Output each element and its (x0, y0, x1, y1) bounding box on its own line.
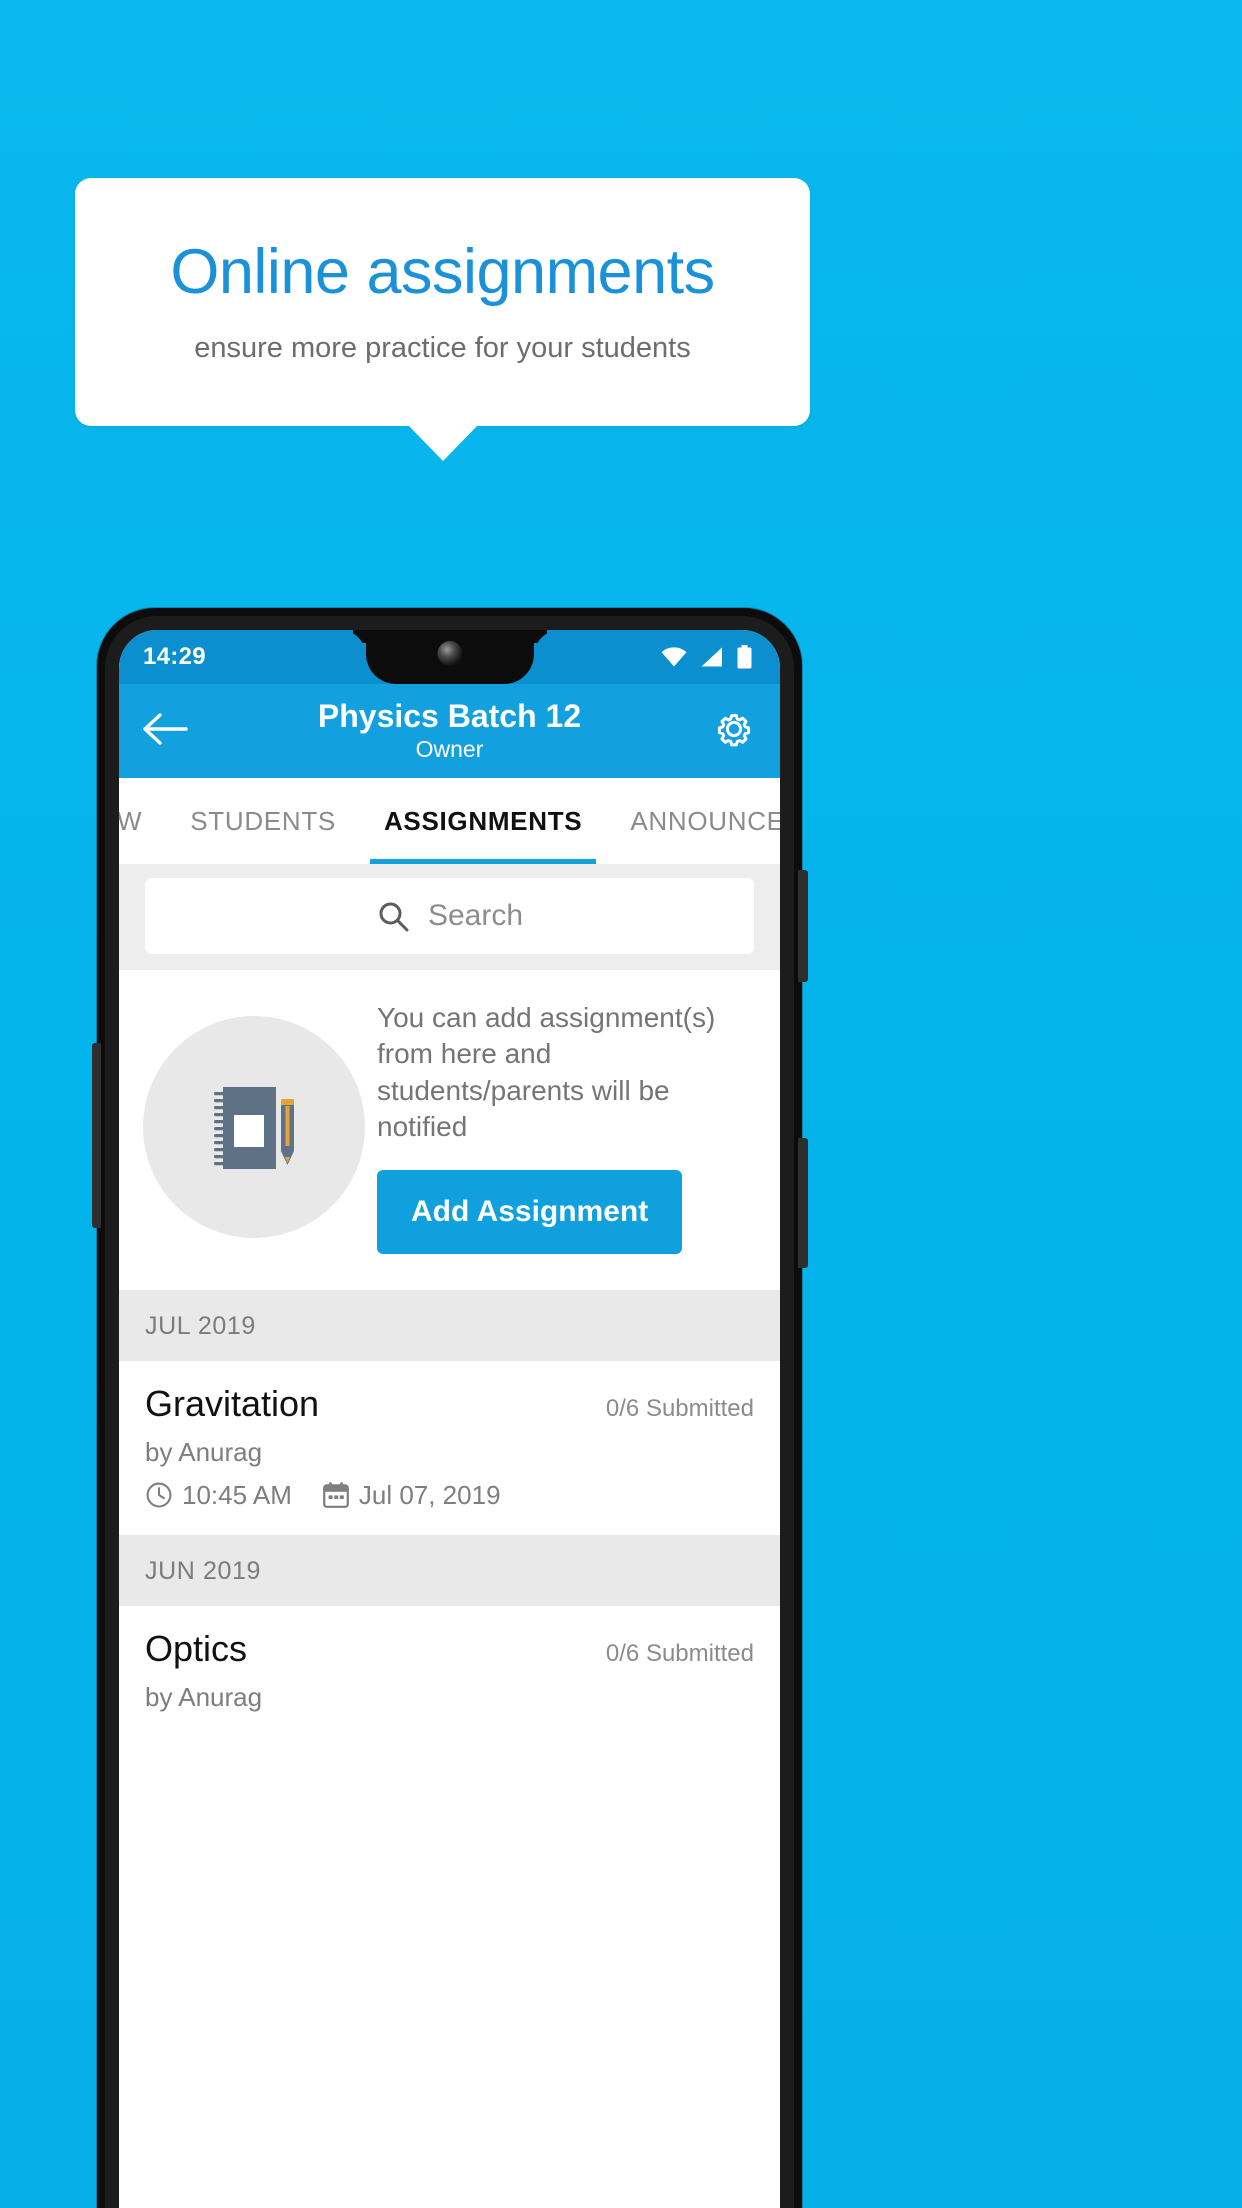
section-header: JUL 2019 (119, 1289, 780, 1361)
tab-students[interactable]: STUDENTS (166, 778, 360, 864)
assignment-title: Optics (145, 1627, 248, 1669)
assignment-list-item[interactable]: Optics 0/6 Submitted by Anurag (119, 1605, 780, 1737)
assignment-date: Jul 07, 2019 (358, 1479, 501, 1510)
empty-state-text: You can add assignment(s) from here and … (377, 1002, 716, 1143)
assignment-title: Gravitation (145, 1382, 320, 1424)
gear-icon (712, 707, 756, 756)
tab-label: IEW (119, 805, 143, 836)
settings-button[interactable] (712, 707, 756, 756)
battery-icon (737, 645, 752, 669)
assignment-author: by Anurag (145, 1436, 263, 1467)
tab-label: STUDENTS (190, 805, 336, 836)
phone-notch (365, 630, 534, 684)
app-bar: Physics Batch 12 Owner (119, 684, 780, 778)
app-bar-title-group: Physics Batch 12 Owner (119, 684, 780, 778)
back-button[interactable] (143, 712, 189, 751)
phone-screen: 14:29 Physics Batch 12 Owner W STUDENTS … (119, 630, 780, 2208)
cellular-signal-icon (700, 647, 724, 667)
status-time: 14:29 (143, 643, 206, 670)
assignment-row-top: Gravitation 0/6 Submitted (145, 1383, 754, 1425)
search-input[interactable]: Search (145, 878, 754, 954)
section-header: JUN 2019 (119, 1534, 780, 1606)
arrow-left-icon (143, 712, 189, 751)
tab-label: ANNOUNCEM (630, 805, 780, 836)
phone-left-side-button[interactable] (92, 1043, 101, 1228)
assignment-submitted-status: 0/6 Submitted (605, 1394, 754, 1422)
tab-bar: IEW STUDENTS ASSIGNMENTS ANNOUNCEM (119, 778, 780, 864)
promo-title: Online assignments (170, 237, 715, 308)
add-assignment-button[interactable]: Add Assignment (377, 1169, 683, 1254)
tab-label: ASSIGNMENTS (383, 805, 583, 836)
promo-subtitle: ensure more practice for your students (194, 331, 691, 364)
assignment-submitted-status: 0/6 Submitted (605, 1639, 754, 1667)
promo-screenshot: Online assignments ensure more practice … (0, 0, 1242, 2208)
empty-state: You can add assignment(s) from here and … (119, 970, 780, 1290)
assignment-meta: 10:45 AM Jul 07, 2019 (145, 1480, 754, 1511)
page-subtitle: Owner (415, 735, 484, 762)
status-icon-group (661, 645, 756, 669)
assignment-time: 10:45 AM (182, 1479, 292, 1510)
tab-assignments[interactable]: ASSIGNMENTS (360, 778, 606, 864)
calendar-icon (322, 1481, 350, 1509)
phone-volume-button[interactable] (798, 1138, 808, 1268)
promo-callout-card: Online assignments ensure more practice … (75, 178, 810, 426)
empty-state-content: You can add assignment(s) from here and … (371, 1000, 756, 1254)
tab-announcements[interactable]: ANNOUNCEM (606, 778, 780, 864)
clock-icon (145, 1481, 173, 1509)
notebook-and-pen-icon (143, 1015, 365, 1238)
tab-overview[interactable]: IEW (119, 778, 166, 864)
search-icon (376, 899, 410, 933)
front-camera-icon (437, 641, 462, 666)
promo-callout-tail (408, 425, 478, 461)
assignment-list-item[interactable]: Gravitation 0/6 Submitted by Anurag 10:4… (119, 1360, 780, 1535)
assignment-author: by Anurag (145, 1681, 263, 1712)
search-placeholder: Search (427, 899, 524, 932)
page-title: Physics Batch 12 (317, 697, 582, 734)
phone-mockup: 14:29 Physics Batch 12 Owner W STUDENTS … (92, 608, 808, 2208)
wifi-icon (661, 647, 687, 667)
phone-power-button[interactable] (798, 870, 808, 982)
assignment-row-top: Optics 0/6 Submitted (145, 1628, 754, 1670)
search-section: Search (119, 864, 780, 970)
